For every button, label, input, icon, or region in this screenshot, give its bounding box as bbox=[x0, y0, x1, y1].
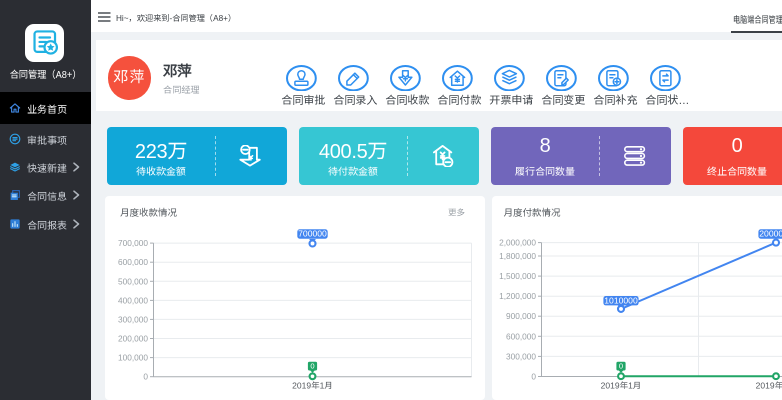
svg-text:900,000: 900,000 bbox=[506, 311, 536, 321]
svg-text:1,500,000: 1,500,000 bbox=[499, 271, 536, 281]
svg-text:2019年2月: 2019年2月 bbox=[756, 380, 782, 390]
svg-text:700000: 700000 bbox=[298, 229, 327, 239]
svg-text:100,000: 100,000 bbox=[118, 353, 148, 363]
svg-text:1,200,000: 1,200,000 bbox=[499, 291, 536, 301]
svg-text:500,000: 500,000 bbox=[118, 276, 148, 286]
svg-text:1,800,000: 1,800,000 bbox=[499, 251, 536, 261]
svg-text:200,000: 200,000 bbox=[118, 334, 148, 344]
svg-text:600,000: 600,000 bbox=[118, 257, 148, 267]
svg-text:月度付款情况: 月度付款情况 bbox=[504, 207, 562, 219]
svg-text:0: 0 bbox=[143, 372, 148, 382]
svg-text:400,000: 400,000 bbox=[118, 295, 148, 305]
svg-text:300,000: 300,000 bbox=[118, 314, 148, 324]
svg-text:2,000,000: 2,000,000 bbox=[499, 238, 536, 248]
svg-text:300,000: 300,000 bbox=[506, 351, 536, 361]
svg-text:0: 0 bbox=[531, 372, 536, 382]
svg-text:600,000: 600,000 bbox=[506, 331, 536, 341]
svg-text:2019年1月: 2019年1月 bbox=[292, 380, 333, 390]
svg-text:更多: 更多 bbox=[448, 208, 466, 218]
svg-text:2019年1月: 2019年1月 bbox=[601, 380, 642, 390]
svg-text:0: 0 bbox=[310, 362, 314, 371]
svg-text:2000000: 2000000 bbox=[759, 229, 782, 239]
svg-text:0: 0 bbox=[619, 362, 623, 371]
svg-text:700,000: 700,000 bbox=[118, 238, 148, 248]
svg-text:月度收款情况: 月度收款情况 bbox=[120, 207, 178, 219]
svg-text:1010000: 1010000 bbox=[604, 295, 638, 305]
